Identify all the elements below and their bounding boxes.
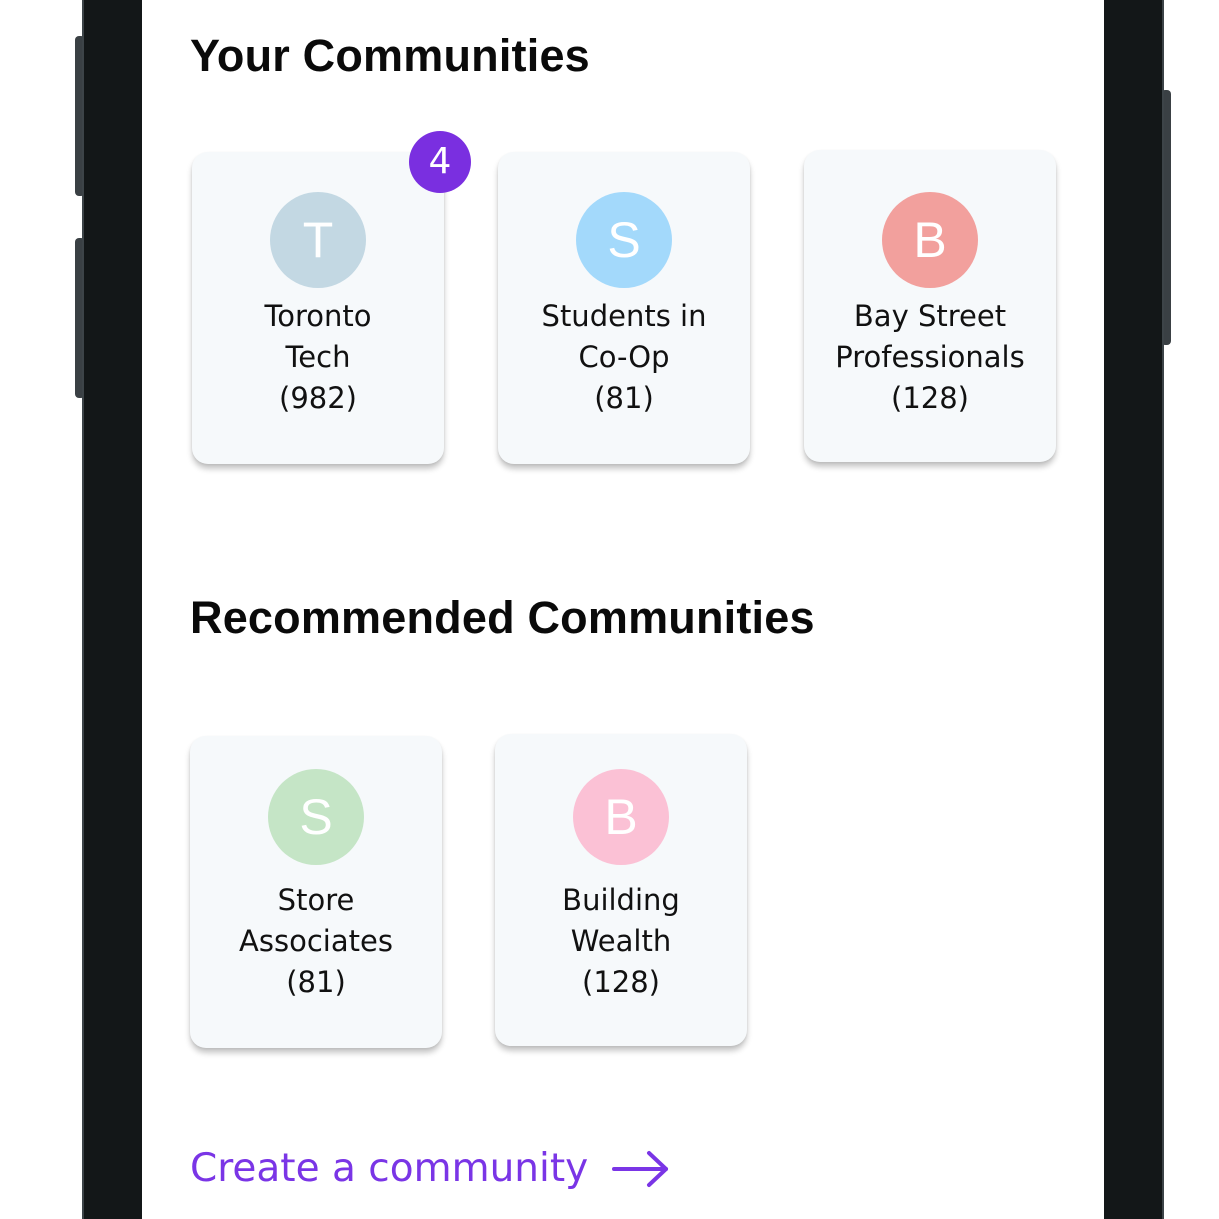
member-count: (128) [582,965,660,999]
community-avatar: B [573,769,669,865]
community-avatar: T [270,192,366,288]
page: Your Communities T Toronto Tech (982) 4 … [0,0,1219,1219]
your-communities-title: Your Communities [190,30,590,81]
community-name: Bay Street Professionals (128) [814,296,1046,419]
community-name: Toronto Tech (982) [202,296,434,419]
community-card-bay-street-professionals[interactable]: B Bay Street Professionals (128) [804,150,1056,462]
arrow-right-icon [612,1150,670,1188]
member-count: (982) [279,381,357,415]
screen: Your Communities T Toronto Tech (982) 4 … [142,0,1104,1219]
community-avatar: S [576,192,672,288]
recommended-communities-title: Recommended Communities [190,592,815,643]
community-avatar: B [882,192,978,288]
community-card-toronto-tech[interactable]: T Toronto Tech (982) [192,152,444,464]
community-name: Building Wealth (128) [505,880,737,1003]
create-community-link[interactable]: Create a community [190,1146,670,1191]
member-count: (128) [891,381,969,415]
community-card-store-associates[interactable]: S Store Associates (81) [190,736,442,1048]
member-count: (81) [594,381,654,415]
notification-badge: 4 [409,131,471,193]
community-name: Store Associates (81) [200,880,432,1003]
community-avatar: S [268,769,364,865]
member-count: (81) [286,965,346,999]
create-community-label: Create a community [190,1146,589,1191]
community-name: Students in Co-Op (81) [508,296,740,419]
community-card-students-in-co-op[interactable]: S Students in Co-Op (81) [498,152,750,464]
community-card-building-wealth[interactable]: B Building Wealth (128) [495,734,747,1046]
